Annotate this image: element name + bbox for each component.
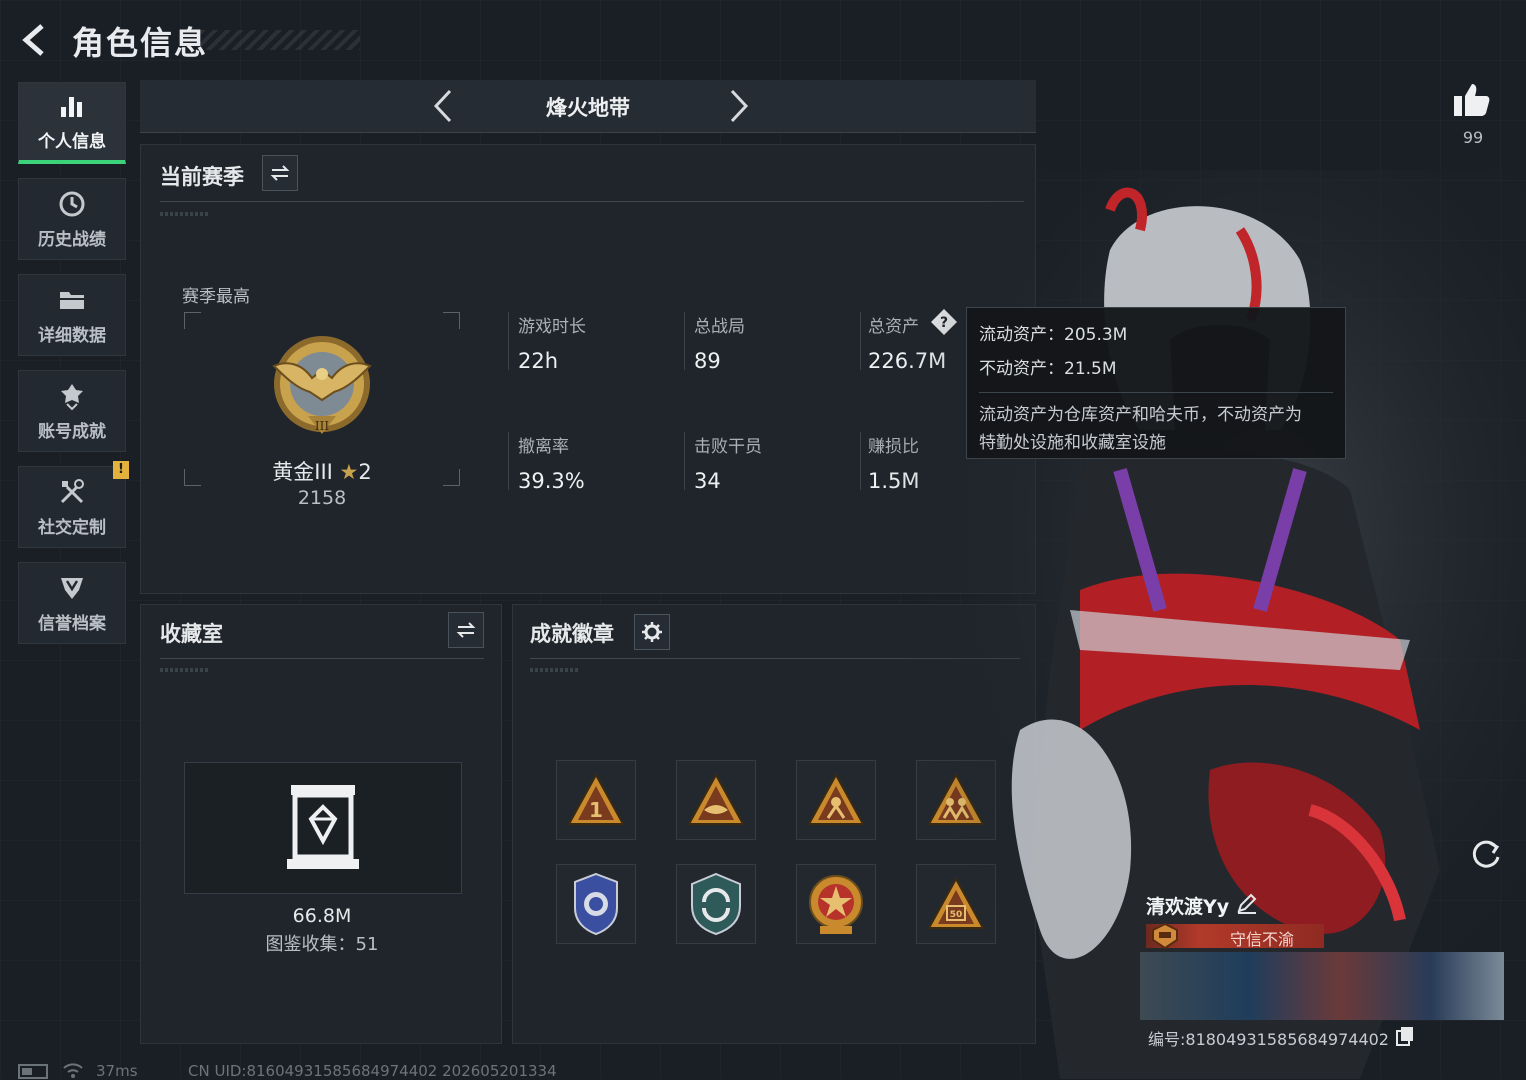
triangle-badge-icon: [687, 772, 745, 825]
shield-icon: [61, 577, 83, 599]
title-decoration: [200, 30, 360, 50]
achievements-title: 成就徽章: [530, 622, 614, 646]
stat-play-time: 游戏时长 22h: [518, 312, 586, 373]
collection-value: 66.8M: [292, 905, 352, 927]
achievement-badge-2[interactable]: [676, 760, 756, 840]
sidebar-item-label: 详细数据: [38, 325, 106, 346]
sidebar-item-credit-file[interactable]: 信誉档案: [18, 562, 126, 644]
battery-icon: [18, 1064, 48, 1079]
gold-rank-emblem-icon: III: [272, 336, 372, 434]
rank-score: 2158: [297, 487, 347, 509]
stat-extraction-rate: 撤离率 39.3%: [518, 432, 585, 493]
collection-title: 收藏室: [160, 622, 223, 646]
chevron-right-icon[interactable]: [720, 88, 756, 124]
switch-collection-button[interactable]: [448, 612, 484, 648]
stat-value: 34: [694, 469, 721, 493]
mode-name: 烽火地带: [546, 96, 630, 120]
fixed-assets: 不动资产：21.5M: [979, 359, 1117, 379]
achievement-badge-3[interactable]: [796, 760, 876, 840]
decoration: [530, 668, 578, 672]
divider: [160, 658, 484, 659]
decoration: [160, 668, 208, 672]
network-ping: 37ms: [96, 1062, 138, 1080]
switch-season-button[interactable]: [262, 155, 298, 191]
stat-label: 总战局: [694, 317, 745, 337]
sidebar-item-label: 社交定制: [38, 517, 106, 538]
sidebar-item-personal-info[interactable]: 个人信息: [18, 82, 126, 164]
achievement-badge-1[interactable]: 1: [556, 760, 636, 840]
footer-uid: CN UID:8160493158568497440​2 20260520133…: [188, 1062, 557, 1080]
assets-tooltip: 流动资产：205.3M 不动资产：21.5M 流动资产为仓库资产和哈夫币，不动资…: [966, 307, 1346, 459]
decoration: [160, 212, 208, 216]
sidebar-item-social-custom[interactable]: ! 社交定制: [18, 461, 129, 548]
history-icon: [59, 191, 85, 216]
credit-emblem-icon: [1152, 922, 1178, 950]
rank-stars: 2: [358, 460, 372, 484]
gear-icon: [642, 622, 662, 642]
warning-badge: !: [113, 461, 129, 479]
thumbs-up-icon[interactable]: [1452, 80, 1492, 120]
police-shield-icon: [574, 872, 618, 936]
achievement-icon: [61, 383, 83, 410]
svg-text:III: III: [315, 419, 329, 433]
recycle-shield-icon: [691, 872, 741, 936]
rank-label: 黄金III: [272, 460, 333, 484]
liquid-assets: 流动资产：205.3M: [979, 325, 1128, 345]
copy-icon[interactable]: [1396, 1026, 1414, 1046]
credit-status: 守信不渝: [1229, 930, 1294, 949]
stat-label: 游戏时长: [518, 317, 586, 337]
player-name: 清欢渡Yy: [1146, 896, 1230, 918]
player-card-banner[interactable]: [1140, 952, 1504, 1020]
swap-icon: [456, 622, 476, 638]
sidebar-item-label: 信誉档案: [38, 613, 106, 634]
stat-value: 39.3%: [518, 469, 585, 493]
sidebar-item-label: 账号成就: [38, 421, 106, 442]
sidebar-item-detailed-data[interactable]: 详细数据: [18, 274, 126, 356]
rotate-icon[interactable]: [1466, 833, 1506, 873]
display-case-icon: [287, 785, 359, 869]
swap-icon: [270, 165, 290, 181]
stat-label: 击败干员: [694, 437, 762, 457]
wifi-icon: [63, 1063, 83, 1078]
achievement-badge-7[interactable]: [796, 864, 876, 944]
collection-count: 图鉴收集：51: [265, 934, 379, 955]
player-id: 编号:8180493158568497440​2: [1148, 1030, 1389, 1049]
bar-chart-icon: [61, 97, 82, 117]
star-icon: ★: [339, 460, 359, 484]
assets-description-1: 流动资产为仓库资产和哈夫币，不动资产为: [979, 405, 1302, 425]
stat-value: 89: [694, 349, 721, 373]
season-best-label: 赛季最高: [182, 287, 250, 307]
triangle-badge-icon: [807, 772, 865, 825]
stat-kills: 击败干员 34: [694, 432, 762, 493]
assets-description-2: 特勤处设施和收藏室设施: [979, 433, 1166, 453]
mode-selector: 烽火地带: [140, 80, 1036, 133]
back-arrow-icon[interactable]: [18, 22, 54, 58]
tools-icon: [60, 478, 84, 503]
stat-value: 22h: [518, 349, 559, 373]
page-title: 角色信息: [72, 24, 209, 62]
sidebar-item-label: 历史战绩: [38, 229, 106, 250]
season-title: 当前赛季: [160, 165, 244, 189]
sidebar-item-history[interactable]: 历史战绩: [18, 178, 126, 260]
achievement-badge-6[interactable]: [676, 864, 756, 944]
edit-pencil-icon[interactable]: [1236, 892, 1258, 914]
achievement-badge-5[interactable]: [556, 864, 636, 944]
svg-text:1: 1: [589, 798, 603, 822]
sidebar-item-achievements[interactable]: 账号成就: [18, 370, 126, 452]
sidebar: 个人信息 历史战绩 详细数据 账号成就 ! 社交定制 信誉档案: [18, 82, 129, 658]
collection-card[interactable]: [184, 762, 462, 894]
folder-icon: [60, 291, 84, 309]
achievement-settings-button[interactable]: [634, 614, 670, 650]
stat-label: 撤离率: [518, 437, 569, 457]
like-count: 99: [1462, 128, 1484, 147]
rank-name: 黄金III ★2: [184, 456, 460, 486]
star-medal-icon: [809, 875, 863, 934]
triangle-badge-icon: 1: [567, 772, 625, 825]
sidebar-item-label: 个人信息: [38, 132, 106, 152]
stat-total-matches: 总战局 89: [694, 312, 745, 373]
